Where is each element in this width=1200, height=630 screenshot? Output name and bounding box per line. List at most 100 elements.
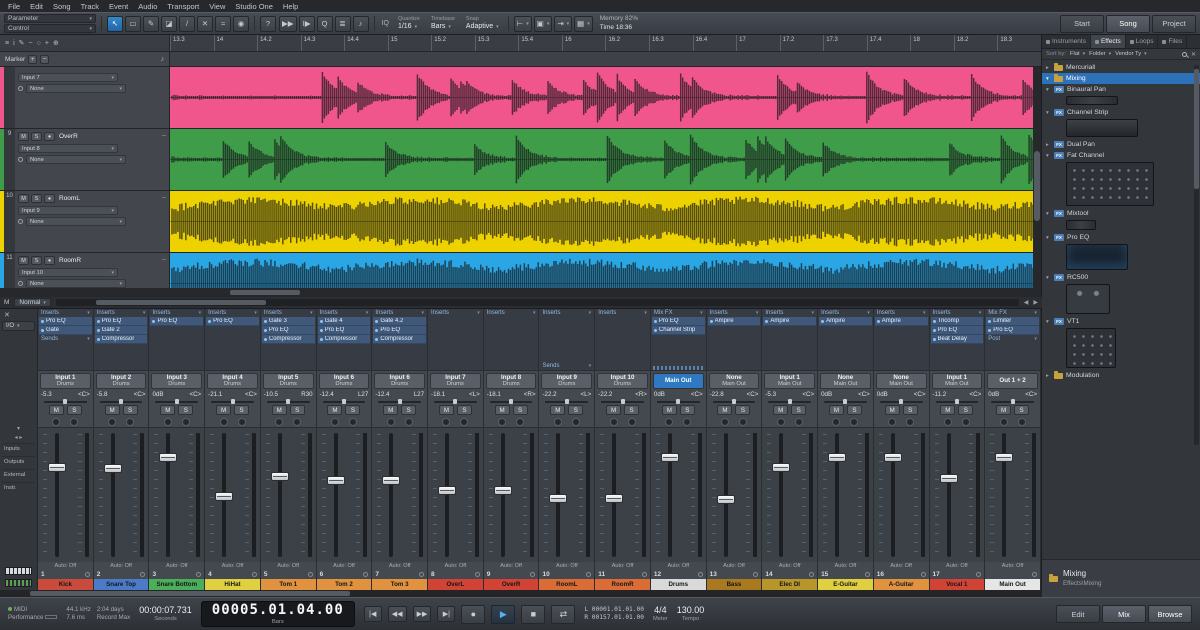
channel-name-label[interactable]: Tom 2 [317,579,372,590]
solo-button[interactable]: S [903,405,918,415]
gain-value[interactable]: -5.8 [97,391,108,398]
pencil-tool[interactable]: ✎ [143,16,159,32]
metronome-button[interactable]: ♪ [353,16,369,32]
loop-button[interactable]: ⇄ [551,605,575,624]
channel-name-label[interactable]: RoomL [539,579,594,590]
pan-value[interactable]: <C> [1025,391,1037,398]
track-input-dropdown[interactable]: Input 7 [18,73,118,82]
record-arm-icon[interactable] [683,418,691,426]
workspace-edit[interactable]: Edit [1056,605,1100,623]
plugin-active-icon[interactable] [97,329,100,332]
pan-handle[interactable] [286,399,290,404]
page-song[interactable]: Song [1106,15,1150,33]
channel-output-icon[interactable] [85,572,90,577]
pan-value[interactable]: <R> [635,391,647,398]
solo-button[interactable]: S [290,405,305,415]
channel-output-icon[interactable] [586,572,591,577]
record-arm-icon[interactable] [238,418,246,426]
pan-value[interactable]: <C> [970,391,982,398]
record-arm-icon[interactable] [126,418,134,426]
inserts-header[interactable]: Inserts [317,309,372,317]
browser-fx-vt1[interactable]: ▾FXVT1 [1042,316,1200,327]
io-route-box[interactable]: Input 6Drums [374,373,425,389]
mute-button[interactable]: M [495,405,510,415]
pan-value[interactable]: <C> [691,391,703,398]
browser-fx-channel-strip[interactable]: ▾FXChannel Strip [1042,107,1200,118]
chevron-down-icon[interactable]: ▾ [1046,87,1051,93]
marker-lane[interactable] [170,52,1041,66]
pan-slider[interactable] [211,399,254,404]
record-arm-icon[interactable] [70,418,78,426]
return-to-start-button[interactable]: |◀ [364,606,382,622]
solo-button[interactable]: S [123,405,138,415]
track-solo-button[interactable]: S [31,194,42,203]
channel-name-label[interactable]: Drums [651,579,706,590]
mute-button[interactable]: M [606,405,621,415]
pan-slider[interactable] [100,399,143,404]
mute-button[interactable]: M [49,405,64,415]
monitor-speaker-icon[interactable] [18,157,23,162]
automation-mode[interactable]: Auto: Off [149,562,204,570]
channel-fader[interactable] [661,453,679,462]
pan-handle[interactable] [565,399,569,404]
solo-button[interactable]: S [178,405,193,415]
pan-slider[interactable] [155,399,198,404]
listen-tool[interactable]: ◉ [233,16,249,32]
channel-output-icon[interactable] [809,572,814,577]
chevron-down-icon[interactable]: ▾ [1046,153,1051,159]
channel-name-label[interactable]: Snare Top [94,579,149,590]
meter-display[interactable]: 4/4 Meter [653,605,668,623]
chevron-down-icon[interactable]: ▾ [1046,275,1051,281]
remove-marker-button[interactable]: − [40,55,49,64]
zoom-tool-button[interactable]: ▣ [534,16,553,32]
solo-button[interactable]: S [513,405,528,415]
track-output-dropdown[interactable]: None [26,217,126,226]
browser-fx-fat-channel[interactable]: ▾FXFat Channel [1042,150,1200,161]
io-route-box[interactable]: NoneMain Out [876,373,927,389]
track-input-dropdown[interactable]: Input 8 [18,144,118,153]
pan-handle[interactable] [1011,399,1015,404]
channel-output-icon[interactable] [363,572,368,577]
channel-output-icon[interactable] [921,572,926,577]
pan-handle[interactable] [398,399,402,404]
sort-flat-option[interactable]: Flat [1070,51,1085,57]
pan-slider[interactable] [768,399,811,404]
pan-value[interactable]: L27 [414,391,424,398]
record-button[interactable]: ● [461,605,485,624]
monitor-icon[interactable] [888,418,896,426]
io-route-box[interactable]: Input 1Drums [40,373,91,389]
channel-output-icon[interactable] [140,572,145,577]
insert-slot[interactable]: Ampire [819,317,872,326]
channel-name-label[interactable]: RoomR [595,579,650,590]
track-output-dropdown[interactable]: None [26,279,126,288]
channel-name-label[interactable]: Vocal 1 [930,579,985,590]
inserts-header[interactable]: Inserts [205,309,260,317]
gain-value[interactable]: -12.4 [375,391,389,398]
pan-handle[interactable] [119,399,123,404]
channel-fader[interactable] [940,474,958,483]
plugin-active-icon[interactable] [877,320,880,323]
inspector-icon[interactable]: i [13,40,15,47]
track-header[interactable]: Input 7None [0,67,170,128]
tempo-track-icon[interactable]: ♪ [161,56,165,63]
plugin-active-icon[interactable] [933,320,936,323]
gain-value[interactable]: -22.8 [710,391,724,398]
monitor-icon[interactable] [275,418,283,426]
macro-panel-button[interactable]: ≣ [335,16,351,32]
plugin-active-icon[interactable] [375,320,378,323]
gain-value[interactable]: -5.3 [41,391,52,398]
pan-handle[interactable] [509,399,513,404]
bank-nav-icon[interactable]: ◂ ▸ [2,434,35,441]
automation-mode[interactable]: Auto: Off [762,562,817,570]
channel-name-label[interactable]: Snare Bottom [149,579,204,590]
channel-name-label[interactable]: Kick [38,579,93,590]
chevron-down-icon[interactable]: ▾ [1046,211,1051,217]
mute-button[interactable]: M [160,405,175,415]
scrollbar-thumb[interactable] [96,300,266,305]
pan-slider[interactable] [323,399,366,404]
channel-output-icon[interactable] [976,572,981,577]
quantize-button[interactable]: Q [317,16,333,32]
insert-slot[interactable]: Pro EQ [652,317,705,326]
track-input-dropdown[interactable]: Input 10 [18,268,118,277]
insert-slot[interactable]: Pro EQ [318,326,371,335]
